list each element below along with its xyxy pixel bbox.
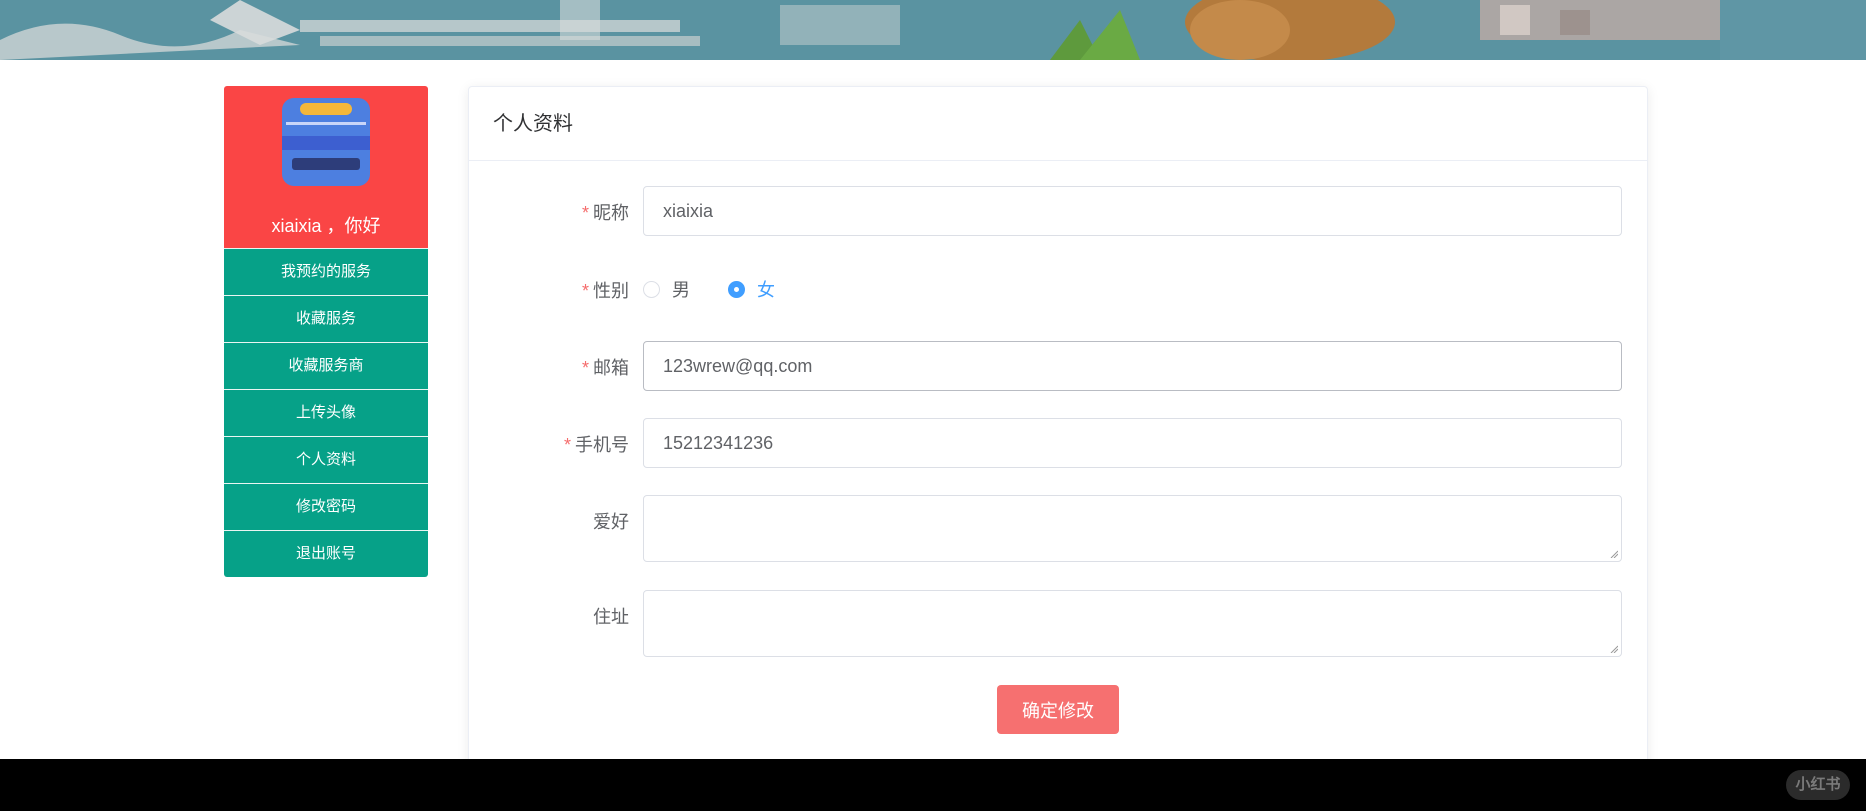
address-textarea[interactable] (643, 590, 1622, 657)
phone-row: * 手机号 15212341236 (469, 418, 1649, 468)
sidebar-item-favorite-providers[interactable]: 收藏服务商 (224, 342, 428, 389)
bottom-bar: 小红书 (0, 759, 1866, 811)
nickname-label: * 昵称 (469, 199, 629, 225)
profile-card: 个人资料 * 昵称 xiaixia * 性别 男 女 * 邮箱 123wrew@qq.… (468, 86, 1648, 786)
phone-input[interactable]: 15212341236 (643, 418, 1622, 468)
required-mark: * (581, 281, 589, 301)
sidebar-item-logout[interactable]: 退出账号 (224, 530, 428, 577)
gender-option-female: 女 (757, 280, 775, 300)
address-label: 住址 (593, 607, 629, 627)
gender-row: * 性别 男 女 (469, 277, 1649, 301)
gender-radio-female[interactable]: 女 (728, 277, 775, 301)
header-banner (0, 0, 1866, 60)
avatar-badge (300, 103, 352, 115)
required-mark: * (581, 203, 589, 223)
avatar-line (286, 122, 366, 125)
avatar-band (282, 136, 370, 150)
banner-illustration (0, 0, 1866, 60)
required-mark: * (563, 435, 571, 455)
phone-label-text: 手机号 (575, 435, 629, 455)
email-row: * 邮箱 123wrew@qq.com (469, 341, 1649, 391)
avatar-band-dark (292, 158, 360, 170)
hobby-row: 爱好 (469, 495, 1649, 562)
sidebar-item-profile[interactable]: 个人资料 (224, 436, 428, 483)
sidebar-item-upload-avatar[interactable]: 上传头像 (224, 389, 428, 436)
gender-label: * 性别 (469, 277, 629, 303)
sidebar-item-change-password[interactable]: 修改密码 (224, 483, 428, 530)
hobby-label: 爱好 (593, 512, 629, 532)
sidebar-item-my-bookings[interactable]: 我预约的服务 (224, 248, 428, 295)
radio-checked-icon (728, 280, 745, 298)
gender-radio-male[interactable]: 男 (643, 277, 690, 301)
resize-handle-icon[interactable] (1610, 645, 1618, 653)
user-greeting: xiaixia ，你好 (271, 216, 381, 236)
email-label-text: 邮箱 (593, 358, 629, 378)
hobby-textarea[interactable] (643, 495, 1622, 562)
gender-label-text: 性别 (593, 281, 629, 301)
card-title: 个人资料 (469, 87, 1647, 161)
resize-handle-icon[interactable] (1610, 550, 1618, 558)
submit-button[interactable]: 确定修改 (997, 685, 1119, 734)
address-row: 住址 (469, 590, 1649, 657)
nickname-input[interactable]: xiaixia (643, 186, 1622, 236)
nickname-label-text: 昵称 (593, 203, 629, 223)
required-mark: * (581, 358, 589, 378)
email-label: * 邮箱 (469, 354, 629, 380)
radio-circle-icon (643, 280, 660, 298)
sidebar-header: xiaixia ，你好 (224, 86, 428, 248)
sidebar-item-favorite-services[interactable]: 收藏服务 (224, 295, 428, 342)
avatar[interactable] (282, 98, 370, 186)
gender-option-male: 男 (672, 280, 690, 300)
nickname-row: * 昵称 xiaixia (469, 186, 1649, 236)
phone-label: * 手机号 (469, 431, 629, 457)
email-field[interactable]: 123wrew@qq.com (643, 341, 1622, 391)
sidebar: xiaixia ，你好 我预约的服务 收藏服务 收藏服务商 上传头像 个人资料 … (224, 86, 428, 577)
watermark-logo: 小红书 (1786, 770, 1850, 800)
